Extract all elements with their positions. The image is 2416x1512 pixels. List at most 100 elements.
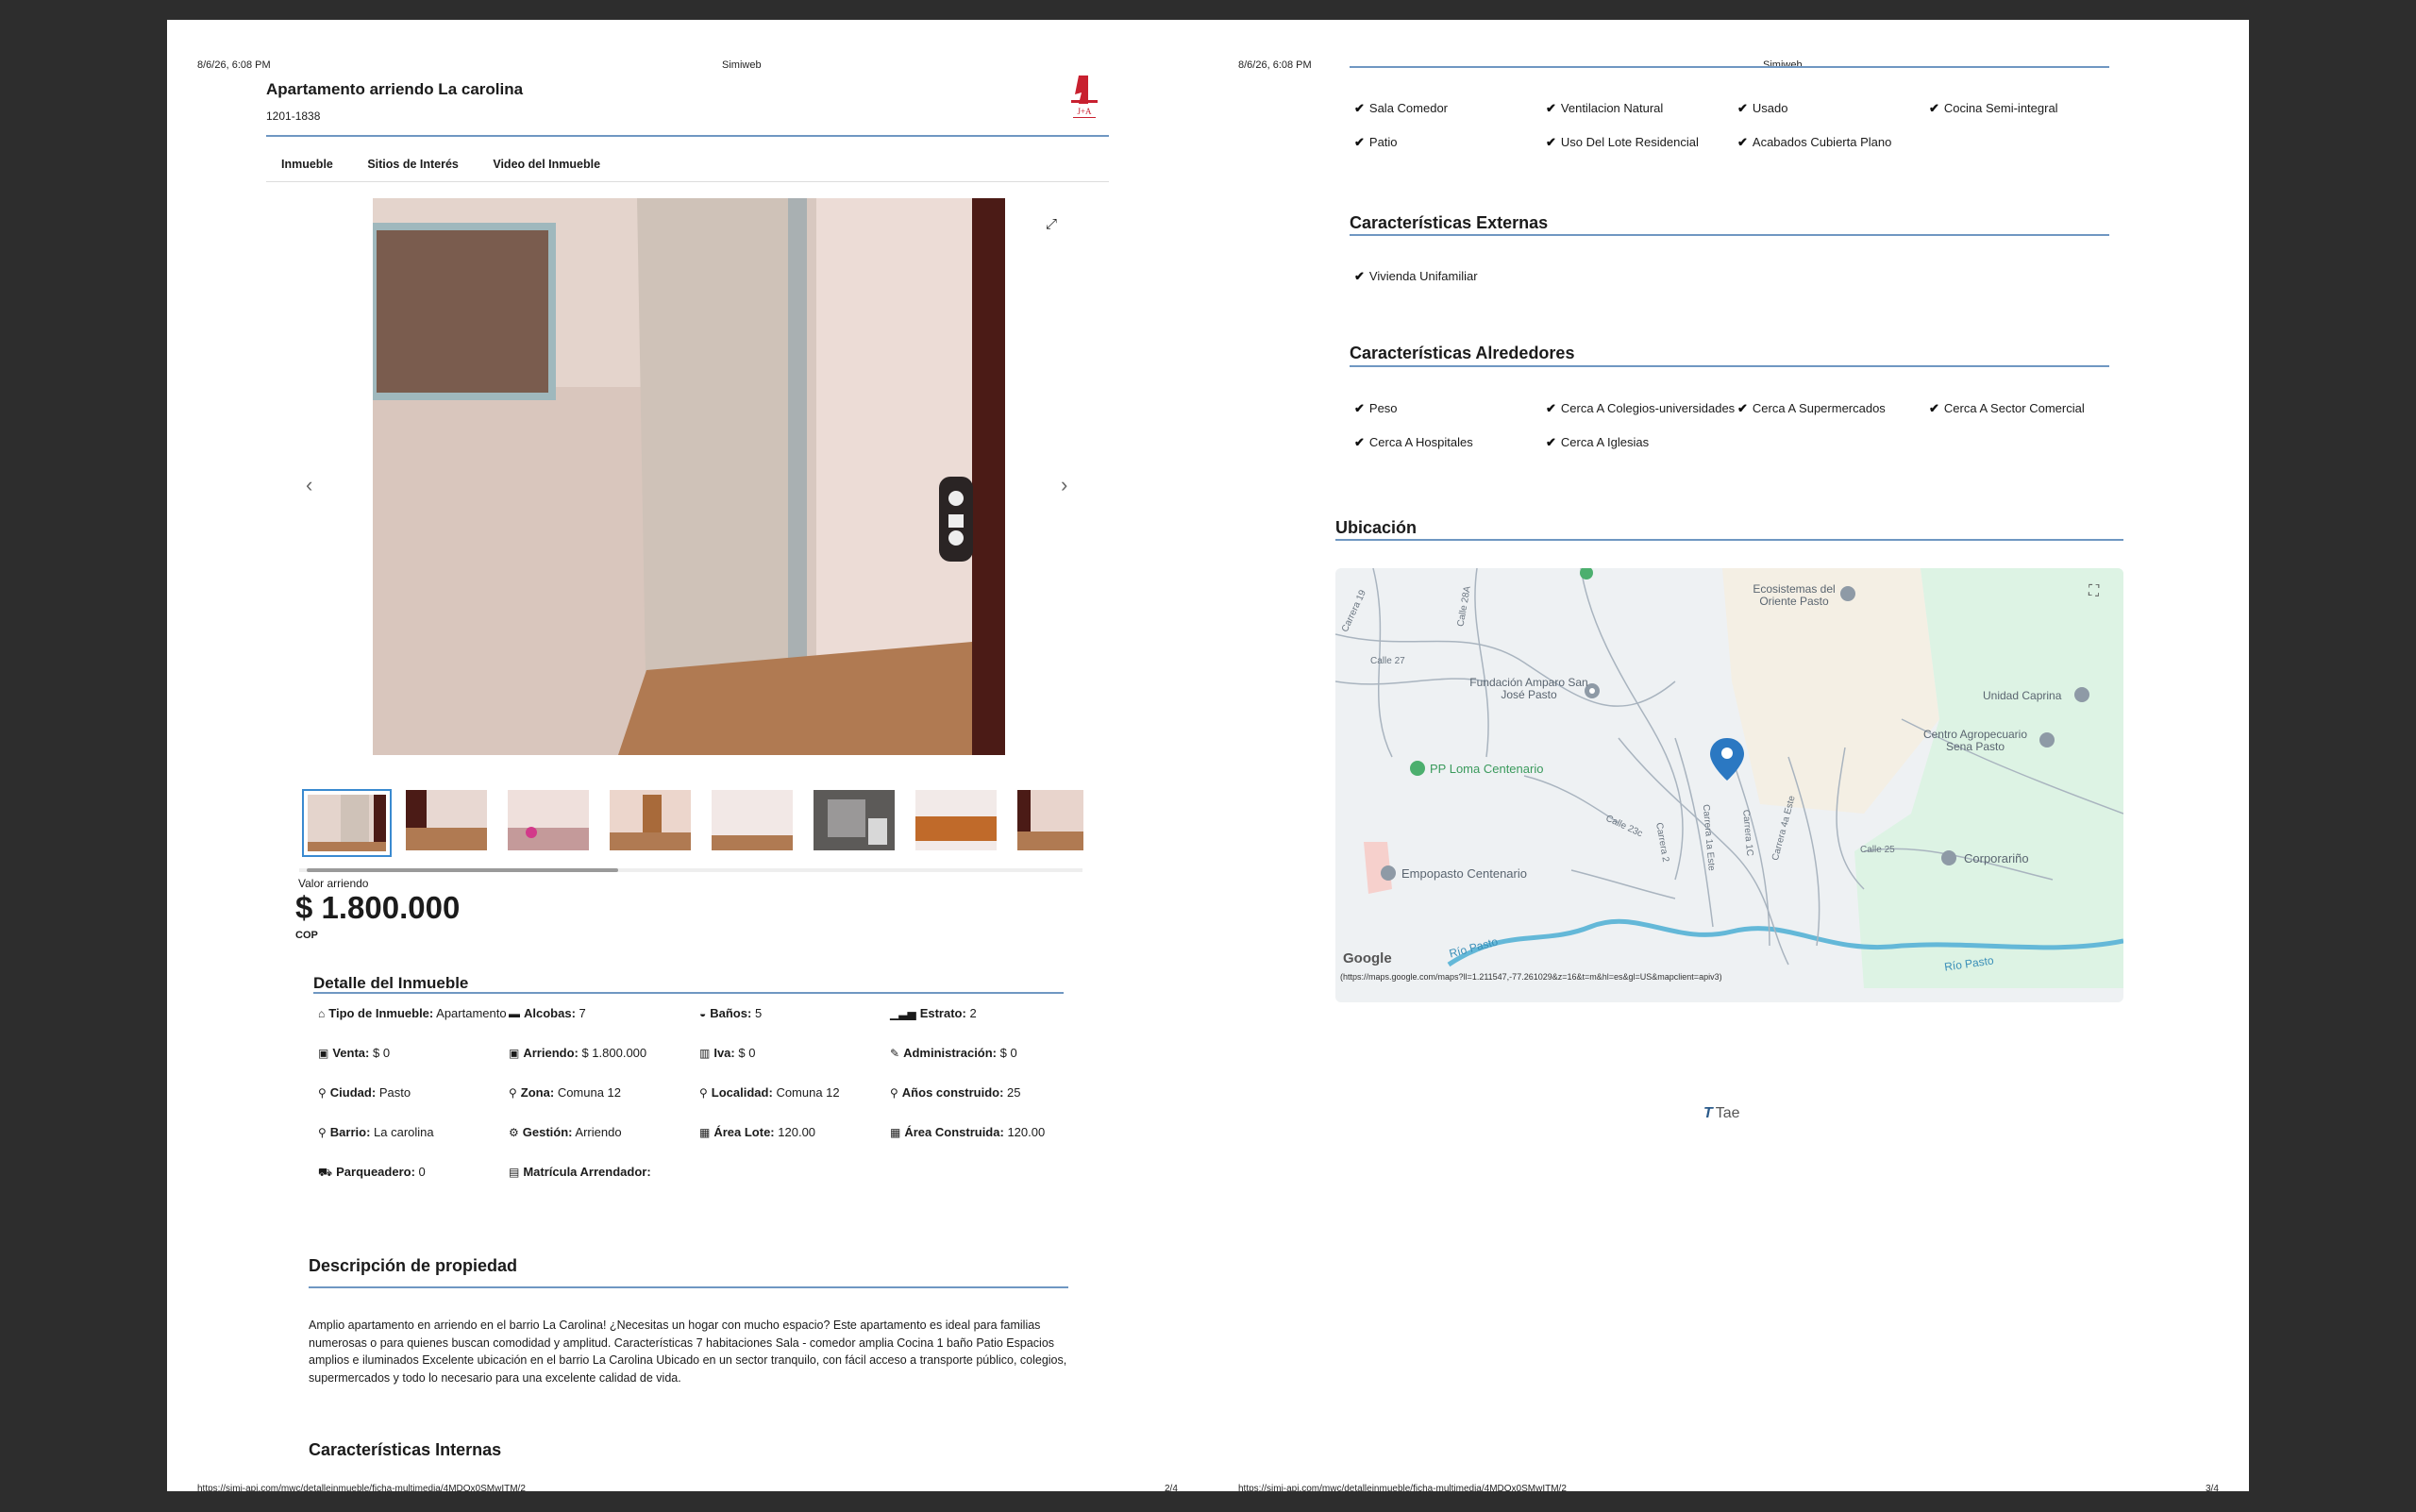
map-label-unidad: Unidad Caprina <box>1983 689 2062 702</box>
detail-label: Área Lote: <box>713 1125 775 1139</box>
feature-label: Peso <box>1368 401 1398 415</box>
details-row: ▣ Venta: $ 0 ▣ Arriendo: $ 1.800.000 ▥ Iva: $… <box>318 1044 1073 1063</box>
check-icon: ✔ <box>1929 101 1939 115</box>
detail-value: $ 0 <box>999 1046 1017 1060</box>
header-site: Simiweb <box>1763 59 1803 71</box>
tab-video-del-inmueble[interactable]: Video del Inmueble <box>493 158 600 171</box>
details-title: Detalle del Inmueble <box>313 974 469 992</box>
detail-value: $ 1.800.000 <box>581 1046 647 1060</box>
thumbnail-6[interactable] <box>814 790 895 850</box>
detail-item: ⚲ Zona: Comuna 12 <box>509 1084 699 1102</box>
footer-url: https://simi-api.com/mwc/detalleinmueble… <box>197 1484 526 1491</box>
detail-item: ▣ Arriendo: $ 1.800.000 <box>509 1044 699 1063</box>
feature-item: ✔ Usado <box>1737 100 1929 117</box>
feature-item: ✔ Sala Comedor <box>1354 100 1546 117</box>
thumbnail-7[interactable] <box>915 790 997 850</box>
feature-item: ✔ Patio <box>1354 134 1546 151</box>
detail-empty <box>699 1163 890 1182</box>
detail-item: ⛟ Parqueadero: 0 <box>318 1163 509 1182</box>
detail-value: Apartamento <box>436 1006 507 1020</box>
thumbnail-8[interactable] <box>1017 790 1083 850</box>
detail-label: Venta: <box>332 1046 370 1060</box>
feature-item: ✔ Cerca A Colegios-universidades <box>1546 400 1737 417</box>
feature-label: Uso Del Lote Residencial <box>1560 135 1699 149</box>
feature-item: ✔ Peso <box>1354 400 1546 417</box>
detail-value: 0 <box>418 1165 426 1179</box>
detail-empty <box>890 1163 1073 1182</box>
detail-label: Tipo de Inmueble: <box>328 1006 434 1020</box>
detail-label: Gestión: <box>522 1125 573 1139</box>
feature-label: Usado <box>1752 101 1788 115</box>
detail-label: Baños: <box>710 1006 752 1020</box>
thumbnail-scrollbar[interactable] <box>299 868 1082 872</box>
map-url: (https://maps.google.com/maps?ll=1.21154… <box>1340 972 1722 982</box>
property-title: Apartamento arriendo La carolina <box>266 80 524 98</box>
location-map[interactable]: Ecosistemas del Oriente Pasto Fundación … <box>1335 568 2123 1002</box>
detail-value: Pasto <box>378 1085 411 1100</box>
price-label: Valor arriendo <box>298 877 369 890</box>
check-icon: ✔ <box>1546 135 1556 149</box>
detail-item: ⚙ Gestión: Arriendo <box>509 1123 699 1142</box>
thumbnail-5[interactable] <box>712 790 793 850</box>
feature-label: Cerca A Sector Comercial <box>1943 401 2085 415</box>
check-icon: ✔ <box>1354 101 1365 115</box>
bath-icon: ◒ <box>699 1007 707 1020</box>
details-grid: ⌂ Tipo de Inmueble: Apartamento ▬ Alcobas: … <box>318 1004 1073 1202</box>
footer-page: 3/4 <box>2206 1484 2219 1491</box>
detail-label: Iva: <box>713 1046 735 1060</box>
footer-logo: T Tae <box>1703 1105 1740 1122</box>
tab-sitios-de-interes[interactable]: Sitios de Interés <box>367 158 459 171</box>
feature-item: ✔ Cocina Semi-integral <box>1929 100 2121 117</box>
feature-label: Ventilacion Natural <box>1560 101 1664 115</box>
detail-label: Ciudad: <box>329 1085 377 1100</box>
thumbnail-3[interactable] <box>508 790 589 850</box>
detail-item: ⚲ Barrio: La carolina <box>318 1123 509 1142</box>
externas-grid: ✔ Vivienda Unifamiliar <box>1354 268 2121 285</box>
main-photo[interactable] <box>373 198 1005 755</box>
area-icon: ▦ <box>890 1126 901 1139</box>
next-arrow-icon[interactable]: › <box>1061 473 1067 497</box>
scrollbar-thumb[interactable] <box>307 868 618 872</box>
header-date: 8/6/26, 6:08 PM <box>197 59 271 71</box>
detail-value: 25 <box>1007 1085 1021 1100</box>
area-icon: ▦ <box>699 1126 711 1139</box>
detail-label: Años construido: <box>901 1085 1004 1100</box>
home-icon: ⌂ <box>318 1007 326 1020</box>
check-icon: ✔ <box>1546 435 1556 449</box>
map-fullscreen-icon[interactable]: ⛶ <box>2089 583 2099 600</box>
prev-arrow-icon[interactable]: ‹ <box>306 473 312 497</box>
tab-bar: Inmueble Sitios de Interés Video del Inm… <box>281 156 630 173</box>
detail-item: ▦ Área Construida: 120.00 <box>890 1123 1073 1142</box>
detail-label: Barrio: <box>329 1125 371 1139</box>
feature-item: ✔ Acabados Cubierta Plano <box>1737 134 1929 151</box>
detail-item: ✎ Administración: $ 0 <box>890 1044 1073 1063</box>
footer-logo-text: Tae <box>1715 1105 1740 1121</box>
feature-item: ✔ Cerca A Iglesias <box>1546 434 1737 451</box>
thumbnail-2[interactable] <box>406 790 487 850</box>
price-currency: COP <box>295 930 318 941</box>
detail-value: 2 <box>969 1006 977 1020</box>
map-label-empopasto: Empopasto Centenario <box>1401 866 1527 881</box>
details-row: ⚲ Barrio: La carolina ⚙ Gestión: Arriendo ▦ Á… <box>318 1123 1073 1142</box>
map-label-ecosistemas: Ecosistemas del Oriente Pasto <box>1753 582 1836 608</box>
feature-label: Acabados Cubierta Plano <box>1752 135 1892 149</box>
check-icon: ✔ <box>1354 269 1365 283</box>
detail-item: ▥ Iva: $ 0 <box>699 1044 890 1063</box>
internas-title: Características Internas <box>309 1440 502 1459</box>
feature-label: Cerca A Colegios-universidades <box>1560 401 1736 415</box>
header-date: 8/6/26, 6:08 PM <box>1238 59 1312 71</box>
expand-icon[interactable]: ⤢ <box>1046 216 1057 232</box>
feature-item: ✔ Cerca A Hospitales <box>1354 434 1546 451</box>
description-title: Descripción de propiedad <box>309 1256 518 1275</box>
map-label-loma: PP Loma Centenario <box>1430 762 1544 776</box>
check-icon: ✔ <box>1737 135 1748 149</box>
detail-label: Alcobas: <box>524 1006 576 1020</box>
details-row: ⌂ Tipo de Inmueble: Apartamento ▬ Alcobas: … <box>318 1004 1073 1023</box>
thumbnail-1[interactable] <box>302 789 392 857</box>
externas-title: Características Externas <box>1350 213 1549 232</box>
thumbnail-4[interactable] <box>610 790 691 850</box>
tab-inmueble[interactable]: Inmueble <box>281 158 333 171</box>
detail-label: Área Construida: <box>904 1125 1004 1139</box>
feature-label: Vivienda Unifamiliar <box>1368 269 1478 283</box>
feature-label: Sala Comedor <box>1368 101 1449 115</box>
